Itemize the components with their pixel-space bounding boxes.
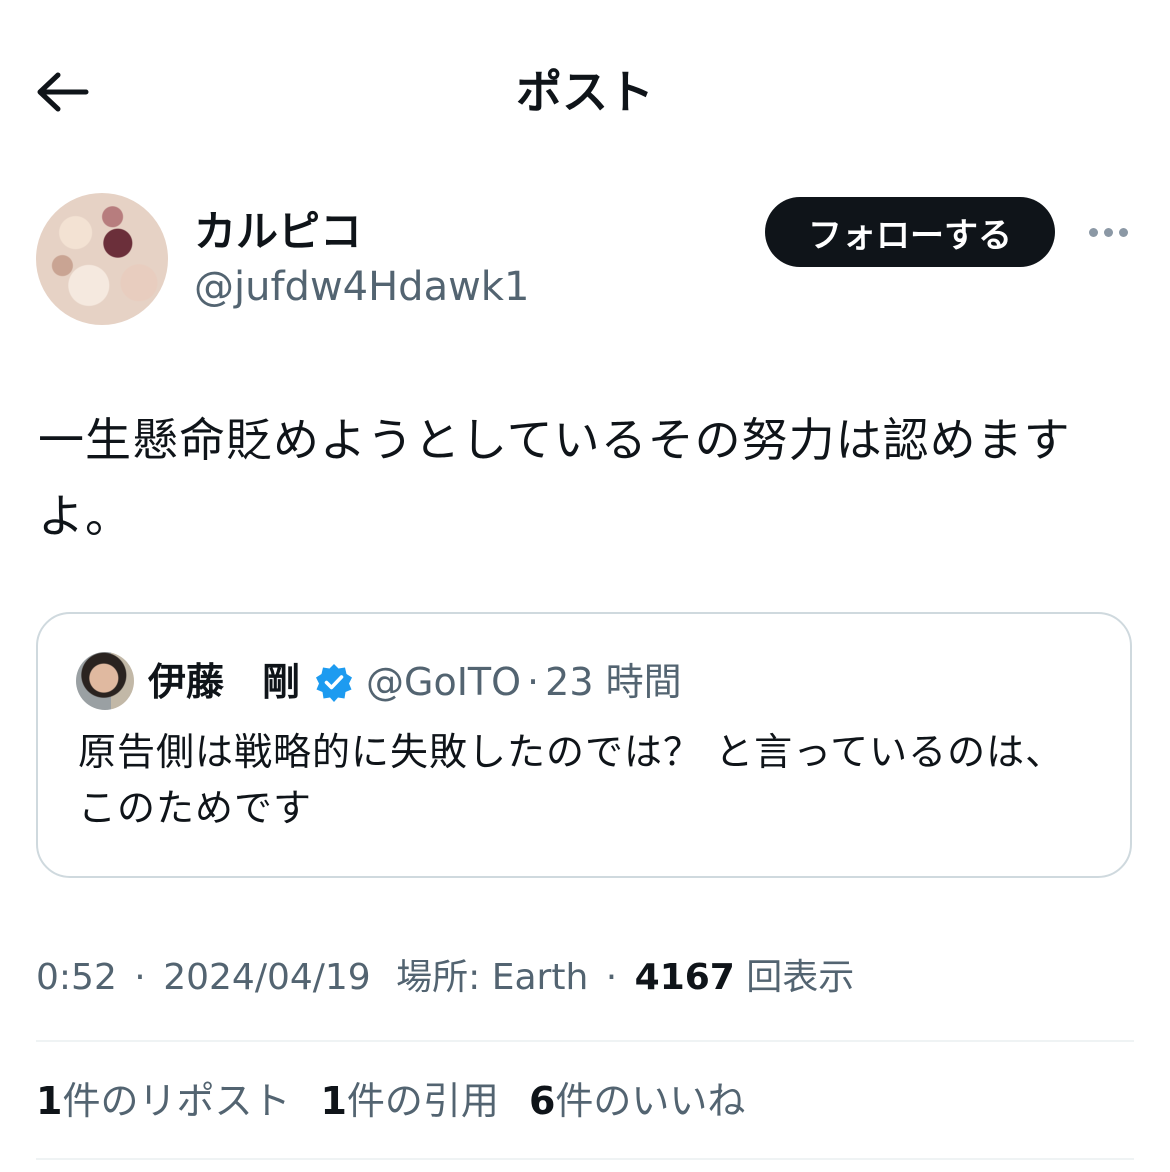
more-horizontal-icon — [1118, 227, 1128, 237]
quoted-post-time: 23 時間 — [545, 660, 682, 704]
more-horizontal-icon — [1088, 227, 1098, 237]
quoted-author-name: 伊藤 剛 — [148, 660, 301, 704]
quotes-count: 1 — [320, 1079, 347, 1123]
follow-button[interactable]: フォローする — [765, 197, 1055, 267]
author-avatar[interactable] — [36, 193, 168, 325]
divider — [36, 1158, 1134, 1160]
views-label: 回表示 — [746, 957, 855, 998]
quoted-author-handle: @GoITO — [366, 660, 522, 704]
author-handle[interactable]: @jufdw4Hdawk1 — [194, 262, 529, 312]
reposts-stat[interactable]: 1件のリポスト — [36, 1072, 290, 1130]
meta-separator: · — [134, 957, 146, 998]
divider — [36, 1040, 1134, 1042]
top-bar: ポスト — [0, 0, 1170, 180]
engagement-stats: 1件のリポスト 1件の引用 6件のいいね — [36, 1072, 745, 1130]
quotes-label: 件の引用 — [346, 1079, 499, 1123]
views-count: 4167 — [634, 957, 735, 998]
quoted-author-avatar — [76, 652, 134, 710]
verified-badge-icon — [316, 664, 353, 702]
quoted-separator: · — [527, 660, 540, 704]
more-horizontal-icon — [1103, 227, 1113, 237]
post-time: 0:52 — [36, 957, 117, 998]
reposts-count: 1 — [36, 1079, 63, 1123]
author-display-name[interactable]: カルピコ — [194, 206, 362, 258]
likes-label: 件のいいね — [555, 1079, 746, 1123]
reposts-label: 件のリポスト — [62, 1079, 291, 1123]
likes-stat[interactable]: 6件のいいね — [529, 1072, 745, 1130]
meta-separator: · — [605, 957, 618, 998]
more-options-button[interactable] — [1082, 210, 1134, 254]
quoted-post-card[interactable]: 伊藤 剛 @GoITO · 23 時間 原告側は戦略的に失敗したのでは？ と言っ… — [36, 612, 1132, 878]
post-meta: 0:52 · 2024/04/19 場所: Earth · 4167 回表示 — [36, 950, 854, 1006]
quotes-stat[interactable]: 1件の引用 — [320, 1072, 498, 1130]
quoted-post-header: 伊藤 剛 @GoITO · 23 時間 — [148, 656, 682, 708]
quoted-post-text: 原告側は戦略的に失敗したのでは？ と言っているのは、このためです — [78, 730, 1065, 830]
page-title: ポスト — [516, 65, 654, 119]
post-location: 場所: Earth — [396, 957, 589, 998]
likes-count: 6 — [528, 1079, 556, 1123]
post-date: 2024/04/19 — [163, 957, 371, 998]
post-text: 一生懸命貶めようとしているその努力は認めますよ。 — [38, 413, 1071, 543]
